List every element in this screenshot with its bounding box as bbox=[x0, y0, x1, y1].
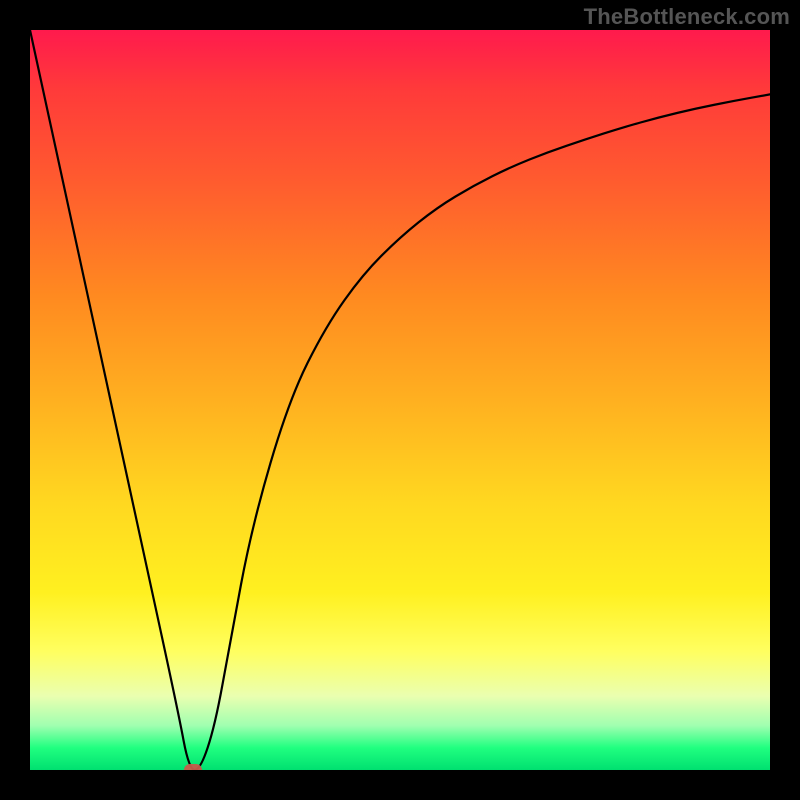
chart-frame: TheBottleneck.com bbox=[0, 0, 800, 800]
minimum-marker bbox=[184, 764, 202, 770]
watermark-text: TheBottleneck.com bbox=[584, 4, 790, 30]
plot-area bbox=[30, 30, 770, 770]
curve-layer bbox=[30, 30, 770, 770]
optimum-curve bbox=[30, 30, 770, 770]
